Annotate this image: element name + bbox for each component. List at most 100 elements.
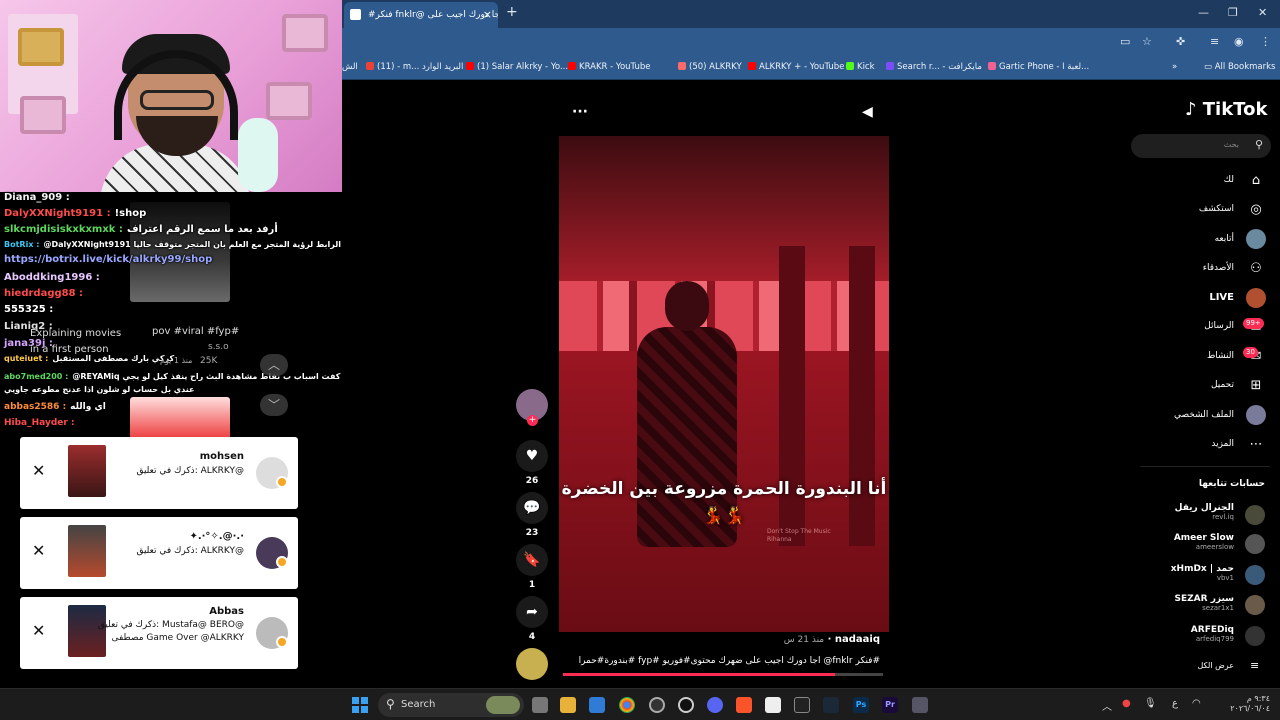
mention-notification[interactable]: ✕ Abbas ذكرك في تعليق: Mustafa@ BERO@ مص… xyxy=(20,597,298,669)
home-icon[interactable]: ⌂ xyxy=(1246,171,1266,191)
compass-icon[interactable]: ◎ xyxy=(1246,200,1266,220)
nav-upload[interactable]: تحميل xyxy=(1211,380,1234,390)
nav-friends[interactable]: الأصدقاء xyxy=(1203,263,1234,273)
photoshop-icon[interactable]: Ps xyxy=(853,697,869,713)
like-heart-icon[interactable]: ♥ xyxy=(516,440,548,472)
media-icon[interactable]: ≡ xyxy=(1210,35,1219,48)
cast-icon[interactable]: ▭ xyxy=(1120,35,1130,48)
steam-icon[interactable] xyxy=(823,697,839,713)
following-avatar-icon[interactable] xyxy=(1246,229,1266,249)
nav-live[interactable]: LIVE xyxy=(1209,292,1234,303)
discord-icon[interactable] xyxy=(707,697,723,713)
tray-chevron-icon[interactable]: ︿ xyxy=(1102,698,1112,713)
bookmark[interactable]: Gartic Phone - لعبة ا... xyxy=(988,62,1089,72)
profile-avatar-icon[interactable] xyxy=(1246,405,1266,425)
nav-following[interactable]: أتابعه xyxy=(1215,234,1234,244)
tray-app-icon[interactable]: ● xyxy=(1122,698,1131,709)
follow-plus-icon[interactable]: + xyxy=(527,415,538,426)
bookmark[interactable]: (1) Salar Alkrky - Yo... xyxy=(466,62,568,72)
close-icon[interactable]: ✕ xyxy=(32,461,46,481)
brave-icon[interactable] xyxy=(736,697,752,713)
scroll-down-button[interactable]: ﹀ xyxy=(260,394,288,416)
task-view-icon[interactable] xyxy=(532,697,548,713)
bookmark[interactable]: الش xyxy=(342,62,358,72)
nav-explore[interactable]: استكشف xyxy=(1199,204,1234,214)
app-icon[interactable] xyxy=(912,697,928,713)
clock[interactable]: ٩:٣٤ م ٢٠٢٦/٠٦/٠٤ xyxy=(1218,694,1270,714)
live-icon[interactable] xyxy=(1246,288,1266,308)
bookmark[interactable]: (50) ALKRKY xyxy=(678,62,742,72)
restore-button[interactable]: ❐ xyxy=(1228,6,1238,19)
close-icon[interactable]: ✕ xyxy=(32,621,46,641)
windows-taskbar: ⚲ Search Ps Pr ︿ ● 🎙 ع ◠ ٩:٣٤ م ٢٠٢٦/٠٦/… xyxy=(0,688,1280,720)
tab-close-icon[interactable]: × xyxy=(483,2,492,28)
avatar[interactable] xyxy=(1245,565,1265,585)
bookmark[interactable]: Kick xyxy=(846,62,875,72)
language-indicator[interactable]: ع xyxy=(1172,698,1178,709)
music-disc-icon[interactable] xyxy=(516,648,548,680)
chrome-icon[interactable] xyxy=(619,697,635,713)
capcut-icon[interactable] xyxy=(794,697,810,713)
followed-account[interactable]: Ameer Slow ameerslow xyxy=(1174,533,1234,551)
bookmark-icon[interactable]: 🔖 xyxy=(516,544,548,576)
obs-icon[interactable] xyxy=(678,697,694,713)
followed-account[interactable]: SEZAR سيزر sezar1x1 xyxy=(1175,594,1235,612)
see-all-link[interactable]: عرض الكل xyxy=(1197,661,1234,670)
nav-more[interactable]: المزيد xyxy=(1211,439,1234,449)
video-progress-bar[interactable] xyxy=(563,673,883,676)
extensions-icon[interactable]: ✜ xyxy=(1176,35,1185,48)
nav-for-you[interactable]: لك xyxy=(1224,175,1234,185)
share-icon[interactable]: ➦ xyxy=(516,596,548,628)
video-player[interactable]: أنا البندورة الحمرة مزروعة بين الخضرة 💃💃… xyxy=(559,136,889,632)
store-icon[interactable] xyxy=(589,697,605,713)
nav-activity[interactable]: النشاط xyxy=(1207,351,1234,361)
video-author[interactable]: nadaaiq xyxy=(835,634,880,645)
close-window-button[interactable]: ✕ xyxy=(1258,6,1267,19)
taskbar-search[interactable]: ⚲ Search xyxy=(378,693,524,717)
all-bookmarks[interactable]: ▭ All Bookmarks xyxy=(1204,62,1275,72)
profile-icon[interactable]: ◉ xyxy=(1234,35,1244,48)
minimize-button[interactable]: — xyxy=(1198,6,1209,19)
search-icon[interactable]: ⚲ xyxy=(1255,138,1263,151)
avatar[interactable] xyxy=(1245,505,1265,525)
nav-messages[interactable]: الرسائل xyxy=(1204,321,1234,331)
mention-notification[interactable]: ✕ ✦.·°✧.@·.· ذكرك في تعليق: ALKRKY@ xyxy=(20,517,298,589)
close-icon[interactable]: ✕ xyxy=(32,541,46,561)
nav-profile[interactable]: الملف الشخصي xyxy=(1174,410,1234,420)
bookmark[interactable]: Search r... - مايكرافت xyxy=(886,62,982,72)
new-tab-button[interactable]: + xyxy=(506,4,518,20)
app-icon[interactable] xyxy=(649,697,665,713)
bookmark[interactable]: ALKRKY + - YouTube xyxy=(748,62,844,72)
microphone-icon[interactable]: 🎙 xyxy=(1144,698,1157,709)
avatar[interactable] xyxy=(1245,626,1265,646)
volume-icon[interactable]: ◀ xyxy=(862,104,873,120)
chat-link[interactable]: https://botrix.live/kick/alkrky99/shop xyxy=(4,254,212,265)
followed-account[interactable]: الجنرال ريقل revl.iq xyxy=(1175,503,1234,521)
bookmark[interactable]: (11) - m... xyxy=(366,62,419,72)
avatar[interactable] xyxy=(1245,595,1265,615)
avatar[interactable] xyxy=(1245,534,1265,554)
star-icon[interactable]: ☆ xyxy=(1142,35,1152,48)
bookmark[interactable]: KRAKR - YouTube xyxy=(568,62,650,72)
more-bookmarks-icon[interactable]: » xyxy=(1172,62,1177,72)
tiktok-logo[interactable]: ♪ TikTok xyxy=(1185,99,1267,120)
notification-message: ذكرك في تعليق: ALKRKY@ xyxy=(136,546,244,556)
mention-notification[interactable]: ✕ mohsen ذكرك في تعليق: ALKRKY@ xyxy=(20,437,298,509)
app-icon[interactable] xyxy=(765,697,781,713)
more-options-icon[interactable]: ··· xyxy=(572,104,588,120)
tab-tiktok[interactable]: #فنكر fnklr@ اجا دورك اجيب على × xyxy=(344,2,498,28)
premiere-icon[interactable]: Pr xyxy=(882,697,898,713)
scroll-up-button[interactable]: ︿ xyxy=(260,354,288,376)
comment-icon[interactable]: 💬 xyxy=(516,492,548,524)
search-input[interactable]: بحث ⚲ xyxy=(1131,134,1271,158)
windows-start-icon[interactable] xyxy=(352,697,368,713)
more-icon[interactable]: ⋯ xyxy=(1246,435,1266,455)
followed-account[interactable]: ARFEDiq arfediq799 xyxy=(1191,625,1234,643)
friends-icon[interactable]: ⚇ xyxy=(1246,259,1266,279)
wifi-icon[interactable]: ◠ xyxy=(1192,698,1201,709)
bookmark[interactable]: البريد الوارد xyxy=(422,62,463,72)
upload-icon[interactable]: ⊞ xyxy=(1246,376,1266,396)
menu-icon[interactable]: ⋮ xyxy=(1260,35,1271,48)
file-explorer-icon[interactable] xyxy=(560,697,576,713)
followed-account[interactable]: xHmDx | حمد vbv1 xyxy=(1171,564,1234,582)
